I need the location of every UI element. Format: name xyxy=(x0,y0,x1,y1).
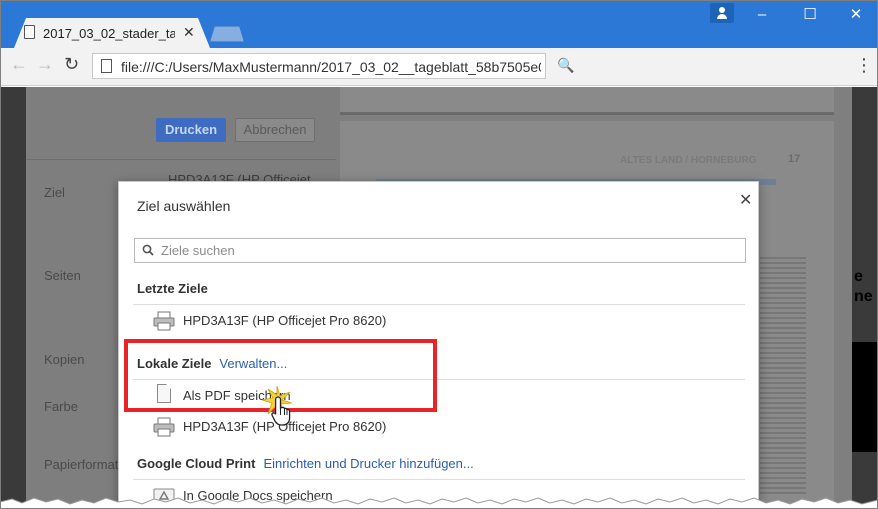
setup-printers-link[interactable]: Einrichten und Drucker hinzufügen... xyxy=(263,456,473,471)
dialog-title: Ziel auswählen xyxy=(137,198,231,214)
search-box[interactable] xyxy=(134,238,746,263)
tab-title[interactable]: 2017_03_02_stader_tageblatt xyxy=(43,26,175,41)
title-bar: 2017_03_02_stader_tageblatt ✕ – ☐ ✕ xyxy=(0,0,878,48)
hand-cursor-icon xyxy=(271,396,291,426)
profile-icon[interactable] xyxy=(710,3,734,23)
page-left-edge xyxy=(0,87,26,509)
file-icon xyxy=(101,59,112,73)
cancel-button[interactable]: Abbrechen xyxy=(235,118,315,142)
menu-dots-icon[interactable]: ⋮ xyxy=(855,56,873,74)
side-text: e ne xyxy=(854,268,873,305)
preview-black-band xyxy=(852,342,878,452)
torn-edge xyxy=(0,497,878,509)
paper-format-label: Papierformat xyxy=(44,457,119,472)
cloud-print-heading: Google Cloud Print Einrichten und Drucker… xyxy=(137,456,474,471)
section-divider xyxy=(133,479,745,480)
panel-divider xyxy=(26,159,336,160)
maximize-button[interactable]: ☐ xyxy=(790,4,830,26)
browser-toolbar: ← → ↻ file:///C:/Users/MaxMustermann/201… xyxy=(0,48,878,86)
section-divider xyxy=(133,304,745,305)
printer-icon xyxy=(153,417,175,437)
zoom-search-icon[interactable]: 🔍 xyxy=(557,57,574,74)
color-label: Farbe xyxy=(44,399,78,414)
preview-sheet-previous xyxy=(340,87,834,115)
address-bar[interactable]: file:///C:/Users/MaxMustermann/2017_03_0… xyxy=(92,53,546,79)
pages-label: Seiten xyxy=(44,268,81,283)
new-tab-button[interactable] xyxy=(210,26,244,42)
search-input[interactable] xyxy=(161,239,741,262)
forward-arrow-icon[interactable]: → xyxy=(36,54,54,75)
cloud-heading-text: Google Cloud Print xyxy=(137,456,256,471)
address-text[interactable]: file:///C:/Users/MaxMustermann/2017_03_0… xyxy=(121,59,541,75)
list-item-local-printer[interactable]: HPD3A13F (HP Officejet Pro 8620) xyxy=(137,415,737,439)
copies-label: Kopien xyxy=(44,352,85,367)
minimize-button[interactable]: – xyxy=(742,4,782,26)
back-arrow-icon[interactable]: ← xyxy=(10,54,28,75)
print-button[interactable]: Drucken xyxy=(156,118,226,142)
preview-header: ALTES LAND / HORNEBURG xyxy=(620,155,757,166)
close-window-button[interactable]: ✕ xyxy=(836,4,876,26)
preview-text-column xyxy=(760,257,806,497)
document-icon xyxy=(24,25,35,39)
destination-label: Ziel xyxy=(44,185,65,200)
reload-icon[interactable]: ↻ xyxy=(64,54,79,75)
preview-page-number: 17 xyxy=(788,153,801,165)
list-item-recent-printer[interactable]: HPD3A13F (HP Officejet Pro 8620) xyxy=(137,309,737,333)
destination-label: HPD3A13F (HP Officejet Pro 8620) xyxy=(183,313,387,328)
search-icon xyxy=(142,244,154,256)
printer-icon xyxy=(153,311,175,331)
dialog-close-icon[interactable]: ✕ xyxy=(739,190,752,210)
recent-destinations-heading: Letzte Ziele xyxy=(137,281,208,296)
tab-close-icon[interactable]: ✕ xyxy=(183,24,195,41)
